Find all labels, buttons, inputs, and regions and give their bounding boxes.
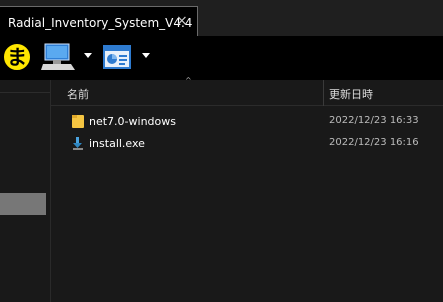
computer-icon[interactable]: [41, 42, 75, 76]
control-panel-icon[interactable]: [103, 45, 131, 73]
tab-radial-inventory[interactable]: Radial_Inventory_System_V4.4 ×: [0, 6, 198, 36]
tab-strip: Radial_Inventory_System_V4.4 ×: [0, 0, 443, 36]
nav-item-selected[interactable]: [0, 193, 46, 215]
file-name: install.exe: [89, 137, 145, 150]
column-header: 名前 ^ 更新日時: [51, 76, 443, 106]
chevron-down-icon[interactable]: [142, 53, 150, 58]
chevron-down-icon[interactable]: [84, 53, 92, 58]
navigation-pane: [0, 80, 50, 302]
file-name: net7.0-windows: [89, 115, 176, 128]
file-date: 2022/12/23 16:33: [329, 115, 419, 126]
close-icon[interactable]: ×: [176, 13, 188, 29]
file-date: 2022/12/23 16:16: [329, 137, 419, 148]
installer-icon: [71, 135, 85, 154]
file-list-pane: 名前 ^ 更新日時 net7.0-windows 2022/12/23 16:3…: [50, 76, 443, 302]
folder-icon: [71, 113, 85, 133]
column-separator[interactable]: [323, 80, 324, 106]
column-date-header[interactable]: 更新日時: [329, 86, 373, 102]
column-name-header[interactable]: 名前: [67, 86, 89, 102]
file-row[interactable]: net7.0-windows 2022/12/23 16:33: [51, 111, 443, 131]
tab-title: Radial_Inventory_System_V4.4: [8, 16, 193, 30]
file-row[interactable]: install.exe 2022/12/23 16:16: [51, 133, 443, 153]
toolbar: ま: [0, 36, 443, 80]
divider: [0, 92, 50, 93]
sort-up-icon: ^: [185, 76, 192, 85]
app-logo-icon[interactable]: ま: [2, 42, 32, 72]
